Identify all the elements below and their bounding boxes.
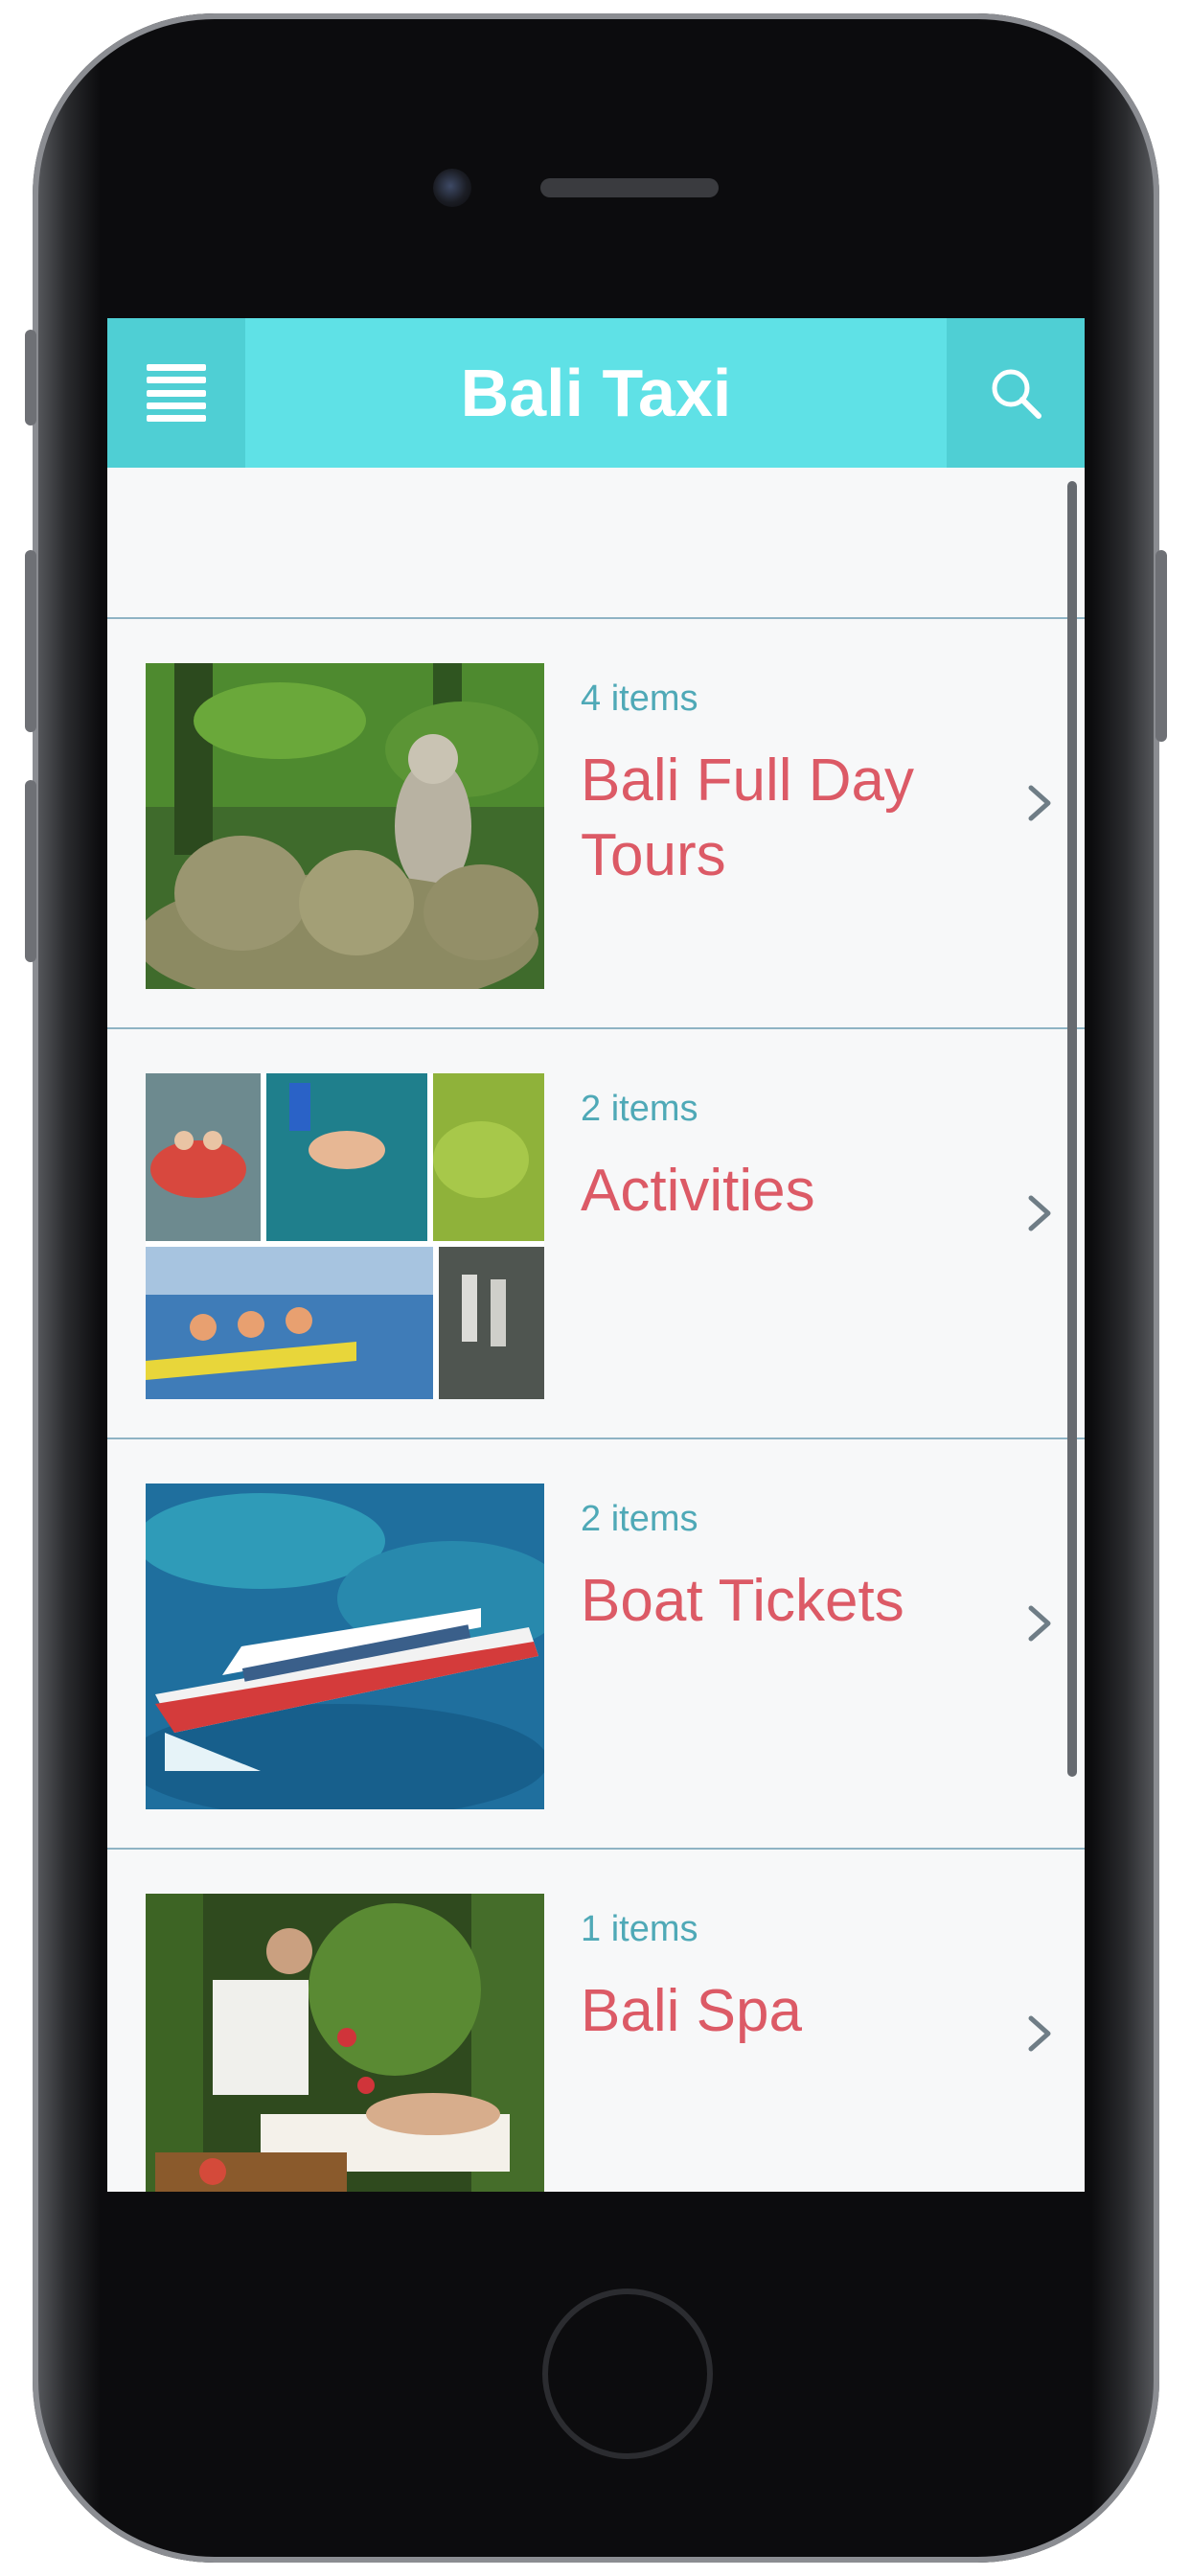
category-row-bali-spa[interactable]: 1 items Bali Spa (107, 1848, 1085, 2192)
category-image (146, 663, 544, 989)
item-count: 4 items (581, 678, 698, 719)
item-count: 2 items (581, 1499, 698, 1539)
navigation-bar: Bali Taxi (107, 318, 1085, 468)
item-count: 1 items (581, 1909, 698, 1949)
category-image (146, 1894, 544, 2192)
category-title: Boat Tickets (581, 1568, 904, 1634)
category-row-activities[interactable]: 2 items Activities (107, 1027, 1085, 1438)
blank-header-area (107, 468, 1085, 617)
front-camera (433, 169, 471, 207)
power-button (1156, 550, 1167, 742)
mute-switch (25, 330, 36, 426)
category-row-boat-tickets[interactable]: 2 items Boat Tickets (107, 1438, 1085, 1848)
chevron-right-icon (1028, 785, 1051, 821)
volume-down-button (25, 780, 36, 962)
volume-up-button (25, 550, 36, 732)
category-title: Bali Full Day Tours (581, 748, 914, 888)
chevron-right-icon (1028, 2015, 1051, 2052)
chevron-right-icon (1028, 1195, 1051, 1231)
home-button[interactable] (542, 2288, 713, 2459)
vertical-scrollbar[interactable] (1067, 481, 1077, 1777)
search-button[interactable] (947, 318, 1085, 468)
search-icon (992, 369, 1041, 419)
category-image (146, 1484, 544, 1809)
category-image (146, 1073, 544, 1399)
category-title: Bali Spa (581, 1978, 802, 2044)
app-screen: Bali Taxi 4 items Bali Full Day Tours 2 … (107, 318, 1085, 2192)
chevron-right-icon (1028, 1605, 1051, 1642)
category-row-full-day-tours[interactable]: 4 items Bali Full Day Tours (107, 617, 1085, 1027)
menu-button[interactable] (107, 318, 245, 468)
category-title: Activities (581, 1158, 815, 1224)
item-count: 2 items (581, 1089, 698, 1129)
hamburger-menu-icon (147, 364, 206, 422)
earpiece-speaker (540, 178, 719, 197)
page-title: Bali Taxi (460, 356, 732, 430)
